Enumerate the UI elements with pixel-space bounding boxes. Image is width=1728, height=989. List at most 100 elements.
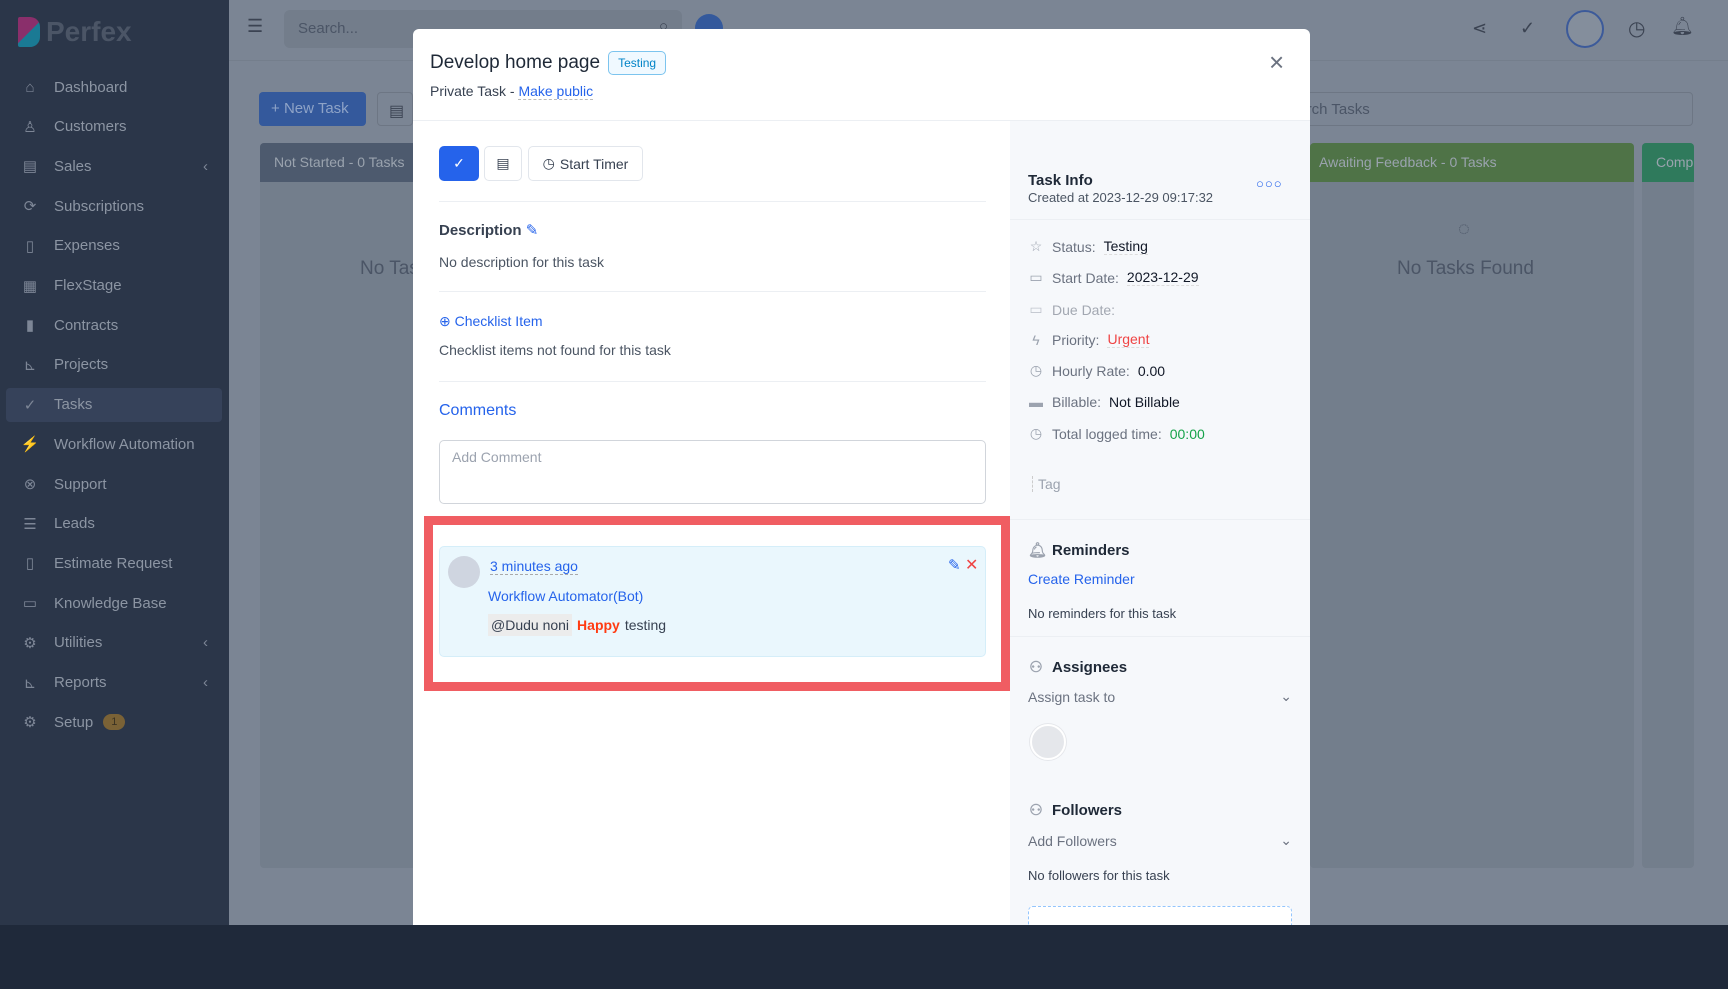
description-text: No description for this task [439,254,604,270]
privacy-label: Private Task - [430,83,519,99]
field-value: 0.00 [1137,362,1166,379]
sidebar-item-label: FlexStage [54,277,122,294]
sidebar-item-workflow-automation[interactable]: ⚡ Workflow Automation [6,427,222,461]
calendar-check-icon: ▭ [1029,301,1043,317]
sidebar-item-label: Projects [54,356,109,374]
description-heading: Description [439,222,522,239]
more-options-icon[interactable]: ○○○ [1256,176,1283,191]
create-reminder-link[interactable]: Create Reminder [1028,571,1135,587]
delete-comment-icon[interactable]: ✕ [965,555,978,575]
mark-complete-button[interactable]: ✓ [439,146,479,181]
field-value: 00:00 [1169,425,1205,442]
field-value[interactable]: Urgent [1107,331,1150,348]
sidebar-item-estimate-request[interactable]: ▯ Estimate Request [6,546,222,580]
assignee-avatar[interactable] [1030,724,1066,760]
sidebar-item-label: Tasks [54,396,93,414]
sidebar-item-leads[interactable]: ☰ Leads [6,507,222,541]
loading-spinner-icon: ◌ [1458,218,1470,240]
notification-badge: 1 [103,714,126,731]
menu-toggle-icon[interactable]: ☰ [247,16,263,37]
user-avatar[interactable] [1566,10,1604,48]
comment-time[interactable]: 3 minutes ago [490,558,578,575]
comment-author[interactable]: Workflow Automator(Bot) [488,588,643,604]
sidebar-item-support[interactable]: ⊗ Support [6,467,222,501]
sidebar-item-customers[interactable]: ♙ Customers [6,110,222,144]
chevron-left-icon: ‹ [203,674,208,691]
share-icon[interactable]: ⋖ [1472,18,1487,39]
column-empty-text: No Tasks Found [1397,258,1534,279]
field-value[interactable]: Testing [1103,238,1148,255]
task-field-total-logged-time: ◷ Total logged time: 00:00 [1028,425,1205,442]
task-modal: Develop home page Testing Private Task -… [413,29,1310,925]
wand-icon: ⚡ [20,436,40,454]
task-field-status: ☆ Status: Testing [1028,238,1148,255]
field-label: Status: [1052,238,1096,255]
document-icon: ▯ [25,237,35,255]
field-label: Start Date: [1052,269,1119,286]
lifebuoy-icon: ⊗ [23,476,37,493]
sidebar-item-utilities[interactable]: ⚙ Utilities ‹ [6,626,222,660]
edit-comment-icon[interactable]: ✎ [948,556,961,574]
timer-icon[interactable]: ◷ [1628,16,1645,41]
checklist-empty-text: Checklist items not found for this task [439,342,671,358]
sidebar-item-flexstage[interactable]: ▦ FlexStage [6,269,222,303]
sidebar-item-setup[interactable]: ⚙ Setup 1 [6,705,222,739]
sidebar-item-projects[interactable]: ⊾ Projects [6,348,222,382]
kanban-column-complete: Complete [1642,143,1694,868]
timesheets-button[interactable]: ▤ [484,146,522,181]
start-timer-button[interactable]: ◷ Start Timer [528,146,643,181]
calendar-icon: ▦ [22,277,38,295]
receipt-icon: ▤ [22,158,38,176]
bolt-icon: ϟ [1032,331,1040,348]
add-followers-select[interactable]: Add Followers ⌄ [1028,832,1292,849]
logo[interactable]: Perfex [18,14,132,50]
search-tasks-input[interactable]: Search Tasks [1265,92,1693,126]
comments-heading: Comments [439,402,517,419]
sidebar-item-label: Leads [54,515,95,533]
make-public-link[interactable]: Make public [518,83,594,100]
sidebar-item-label: Dashboard [54,78,128,96]
reminders-empty-text: No reminders for this task [1028,606,1177,621]
sidebar-item-label: Estimate Request [54,554,173,572]
field-value[interactable]: 2023-12-29 [1126,269,1199,286]
contract-icon: ▮ [25,317,35,335]
sidebar-item-dashboard[interactable]: ⌂ Dashboard [6,70,222,104]
new-task-button[interactable]: + New Task [259,92,366,126]
add-comment-textarea[interactable]: Add Comment [439,440,986,504]
comment-avatar [448,556,480,588]
sidebar-item-knowledge-base[interactable]: ▭ Knowledge Base [6,586,222,620]
sidebar-item-subscriptions[interactable]: ⟳ Subscriptions [6,189,222,223]
column-header[interactable]: Not Started - 0 Tasks [260,143,420,182]
user-icon: ♙ [23,118,37,136]
sidebar-item-sales[interactable]: ▤ Sales ‹ [6,149,222,183]
bell-icon[interactable]: 🔔︎ [1671,16,1694,37]
attachment-dropzone[interactable] [1028,906,1292,925]
credit-card-icon: ▬ [1029,394,1043,410]
sidebar-item-label: Expenses [54,237,120,255]
tag-input[interactable]: Tag [1032,476,1061,492]
add-checklist-item-button[interactable]: ⊕ Checklist Item [439,313,543,330]
close-icon[interactable]: × [1269,47,1284,78]
task-field-priority: ϟ Priority: Urgent [1028,331,1150,348]
edit-description-icon[interactable]: ✎ [526,222,539,239]
field-label: Priority: [1052,331,1100,348]
assign-task-select[interactable]: Assign task to ⌄ [1028,688,1292,705]
sidebar-item-label: Contracts [54,316,119,334]
sidebar-item-contracts[interactable]: ▮ Contracts [6,308,222,342]
sidebar-item-tasks[interactable]: ✓ Tasks [6,387,222,422]
logo-text: Perfex [46,16,132,47]
refresh-icon: ⟳ [23,198,37,216]
task-field-hourly-rate: ◷ Hourly Rate: 0.00 [1028,362,1165,379]
sidebar-item-expenses[interactable]: ▯ Expenses [6,229,222,263]
check-icon[interactable]: ✓ [1520,18,1535,39]
followers-heading: Followers [1052,801,1123,819]
list-view-button[interactable]: ▤ [377,92,413,126]
column-header[interactable]: Complete [1642,143,1694,182]
chart-icon: ⊾ [23,356,37,374]
clock-icon: ◷ [1029,362,1043,378]
sidebar-item-reports[interactable]: ⊾ Reports ‹ [6,666,222,700]
field-label: Billable: [1052,394,1102,410]
column-header[interactable]: Awaiting Feedback - 0 Tasks [1310,143,1634,182]
users-icon: ⚇ [1029,802,1043,819]
home-icon: ⌂ [25,78,35,96]
